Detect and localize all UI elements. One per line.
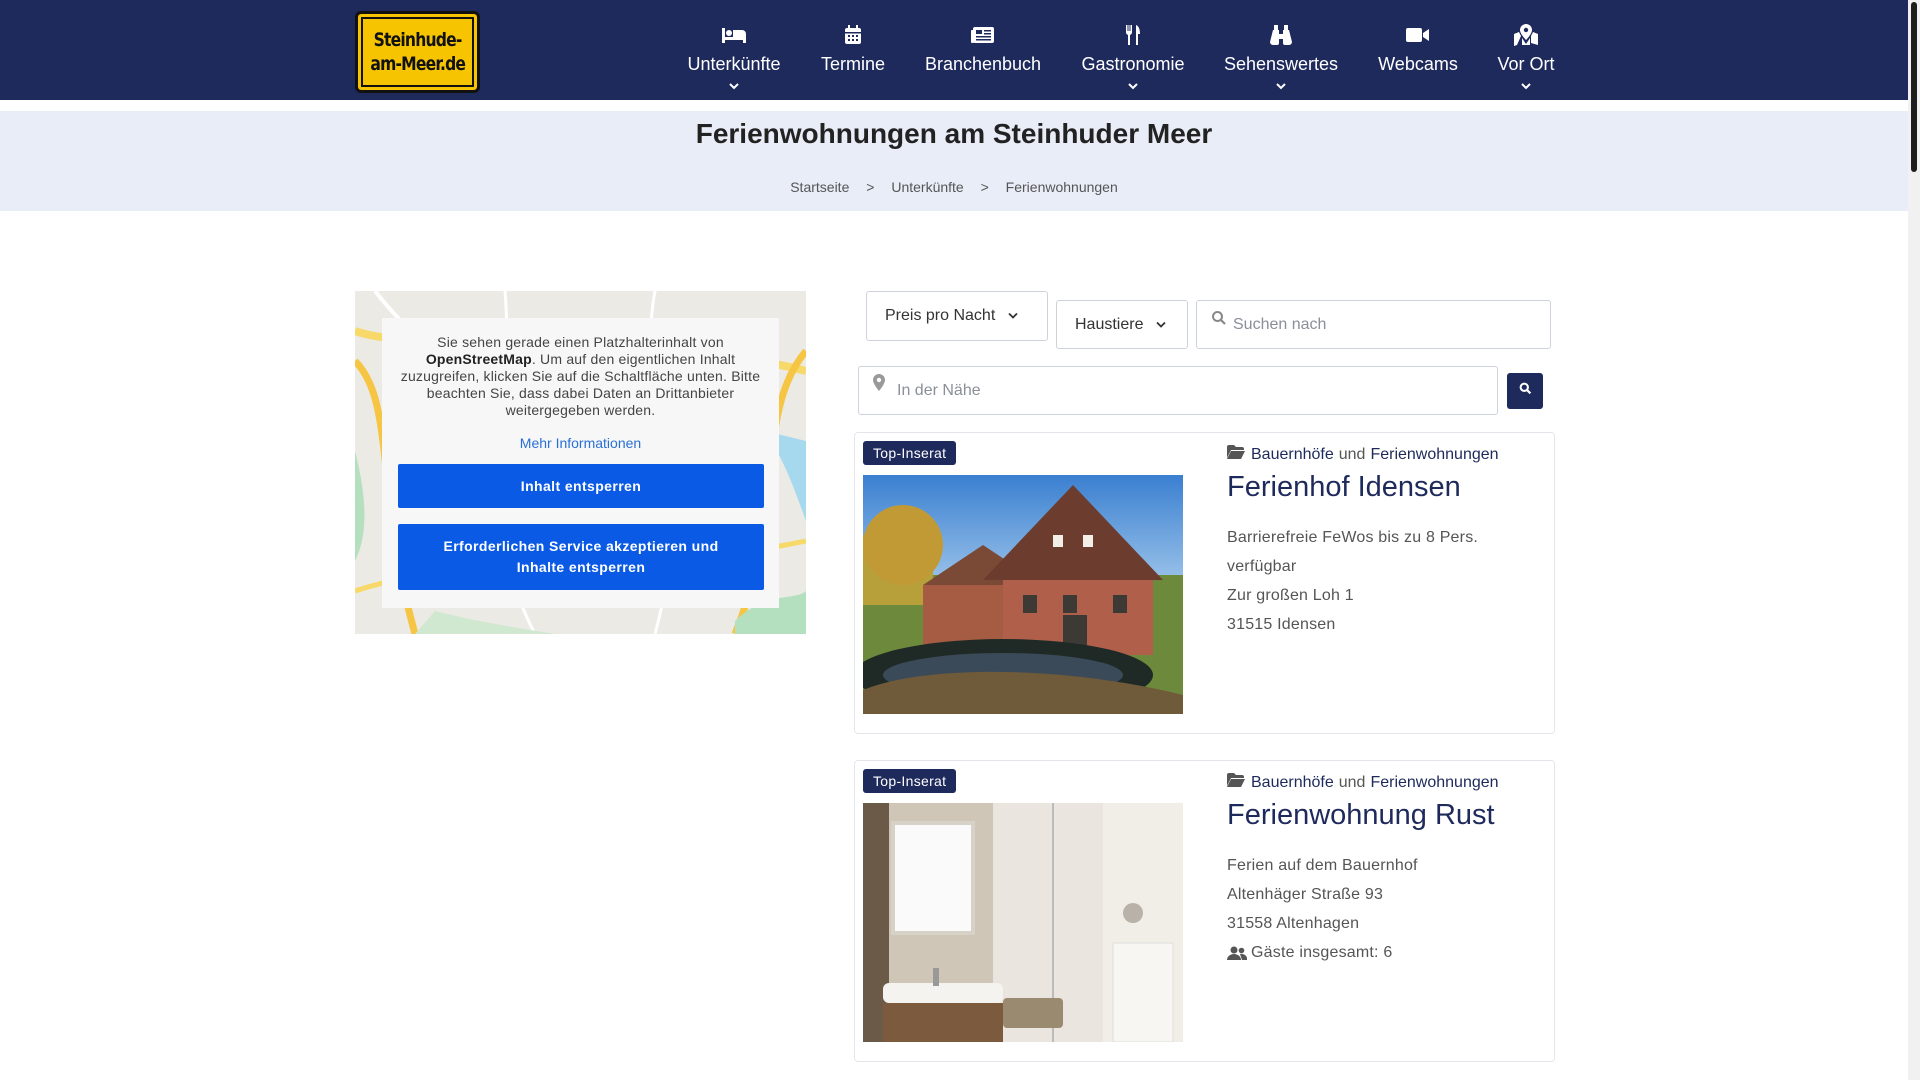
category-link-ferienwohnungen[interactable]: Ferienwohnungen <box>1370 446 1498 464</box>
category-link-bauernhoefe[interactable]: Bauernhöfe <box>1251 446 1334 464</box>
consent-provider: OpenStreetMap <box>425 351 532 367</box>
folder-open-icon <box>1227 445 1245 464</box>
top-listing-badge: Top-Inserat <box>863 441 957 465</box>
top-listing-badge: Top-Inserat <box>863 769 957 793</box>
nav-item-gastronomie[interactable]: Gastronomie <box>1077 0 1189 100</box>
breadcrumb-unterkuenfte[interactable]: Unterkünfte <box>891 179 963 195</box>
listing-street: Zur großen Loh 1 <box>1227 587 1354 604</box>
price-dropdown[interactable]: Preis pro Nacht <box>866 291 1048 341</box>
search-input[interactable] <box>1233 315 1550 334</box>
listing-details: Barrierefreie FeWos bis zu 8 Pers. verfü… <box>1227 523 1478 639</box>
listing-description: Ferien auf dem Bauernhof <box>1227 857 1418 874</box>
folder-open-icon <box>1227 773 1245 792</box>
listing-guests-text: Gäste insgesamt: 6 <box>1251 944 1393 961</box>
page-title: Ferienwohnungen am Steinhuder Meer <box>695 118 1213 149</box>
listing-description: verfügbar <box>1227 558 1297 575</box>
listing-city: 31558 Altenhagen <box>1227 915 1360 932</box>
listing-categories: Bauernhöfe und Ferienwohnungen <box>1227 773 1499 792</box>
category-link-bauernhoefe[interactable]: Bauernhöfe <box>1251 774 1334 792</box>
utensils-icon <box>1124 24 1142 46</box>
listing-title[interactable]: Ferienhof Idensen <box>1227 471 1461 504</box>
nav-label: Gastronomie <box>1081 54 1185 74</box>
consent-text: Sie sehen gerade einen Platzhalterinhalt… <box>400 334 761 418</box>
breadcrumb-home[interactable]: Startseite <box>790 179 849 195</box>
map-location-icon <box>1514 24 1538 46</box>
listing-title[interactable]: Ferienwohnung Rust <box>1227 799 1495 832</box>
chevron-down-icon <box>1155 316 1167 334</box>
unlock-content-button[interactable]: Inhalt entsperren <box>398 464 764 508</box>
site-header: Steinhude- am-Meer.de Unterkünfte Termin… <box>0 0 1908 100</box>
listing-details: Ferien auf dem Bauernhof Altenhäger Stra… <box>1227 851 1418 967</box>
logo-line-1: Steinhude- <box>373 29 463 51</box>
more-info-link[interactable]: Mehr Informationen <box>397 435 764 451</box>
nav-label: Vor Ort <box>1497 54 1555 74</box>
listing-guests: Gäste insgesamt: 6 <box>1227 938 1418 967</box>
search-field[interactable] <box>1196 300 1551 349</box>
nav-label: Branchenbuch <box>924 54 1042 74</box>
search-icon <box>1211 310 1227 331</box>
breadcrumb-separator: > <box>866 179 875 195</box>
chevron-down-icon <box>1127 77 1139 90</box>
listing-card[interactable]: Top-Inserat Bauernhöfe und Ferienwohnung… <box>854 432 1555 734</box>
breadcrumb-separator: > <box>980 179 989 195</box>
breadcrumb-current: Ferienwohnungen <box>1005 179 1118 195</box>
logo-line-2: am-Meer.de <box>370 53 466 75</box>
nav-item-webcams[interactable]: Webcams <box>1374 0 1462 100</box>
chevron-down-icon <box>1007 307 1019 325</box>
search-icon <box>1519 382 1532 400</box>
accept-service-button[interactable]: Erforderlichen Service akzeptieren und I… <box>398 524 764 590</box>
nav-item-branchenbuch[interactable]: Branchenbuch <box>918 0 1048 100</box>
category-connector: und <box>1338 445 1366 463</box>
bed-icon <box>721 24 747 46</box>
chevron-down-icon <box>1520 77 1532 90</box>
nav-item-vor-ort[interactable]: Vor Ort <box>1491 0 1561 100</box>
breadcrumb: Startseite > Unterkünfte > Ferienwohnung… <box>0 179 1908 195</box>
listing-city: 31515 Idensen <box>1227 616 1336 633</box>
near-field[interactable] <box>858 366 1498 415</box>
video-camera-icon <box>1406 24 1430 46</box>
nav-label: Termine <box>820 54 886 74</box>
listing-photo-bathroom[interactable] <box>863 803 1183 1042</box>
listing-categories: Bauernhöfe und Ferienwohnungen <box>1227 445 1499 464</box>
price-dropdown-label: Preis pro Nacht <box>885 307 996 324</box>
pets-dropdown-label: Haustiere <box>1075 315 1144 333</box>
calendar-icon <box>844 24 862 46</box>
site-logo[interactable]: Steinhude- am-Meer.de <box>355 11 480 93</box>
category-link-ferienwohnungen[interactable]: Ferienwohnungen <box>1370 774 1498 792</box>
nav-label: Unterkünfte <box>687 54 781 74</box>
nav-item-termine[interactable]: Termine <box>812 0 894 100</box>
chevron-down-icon <box>728 77 740 90</box>
binoculars-icon <box>1270 24 1292 46</box>
nav-item-unterkuenfte[interactable]: Unterkünfte <box>679 0 789 100</box>
near-input[interactable] <box>897 381 1497 400</box>
newspaper-icon <box>971 24 995 46</box>
search-button[interactable] <box>1507 373 1543 409</box>
nav-label: Webcams <box>1378 54 1458 74</box>
listing-description: Barrierefreie FeWos bis zu 8 Pers. <box>1227 529 1479 546</box>
listing-photo-farmhouse[interactable] <box>863 475 1183 714</box>
location-pin-icon <box>873 373 885 396</box>
pets-dropdown[interactable]: Haustiere <box>1056 300 1188 349</box>
map-consent-box: Sie sehen gerade einen Platzhalterinhalt… <box>382 318 779 608</box>
chevron-down-icon <box>1275 77 1287 90</box>
users-icon <box>1227 946 1247 960</box>
nav-label: Sehenswertes <box>1223 54 1339 74</box>
listing-street: Altenhäger Straße 93 <box>1227 886 1384 903</box>
listing-card[interactable]: Top-Inserat Bauernhöfe und Ferienwohnung… <box>854 760 1555 1062</box>
scrollbar-thumb[interactable] <box>1911 2 1917 172</box>
category-connector: und <box>1338 773 1366 791</box>
nav-item-sehenswertes[interactable]: Sehenswertes <box>1219 0 1343 100</box>
